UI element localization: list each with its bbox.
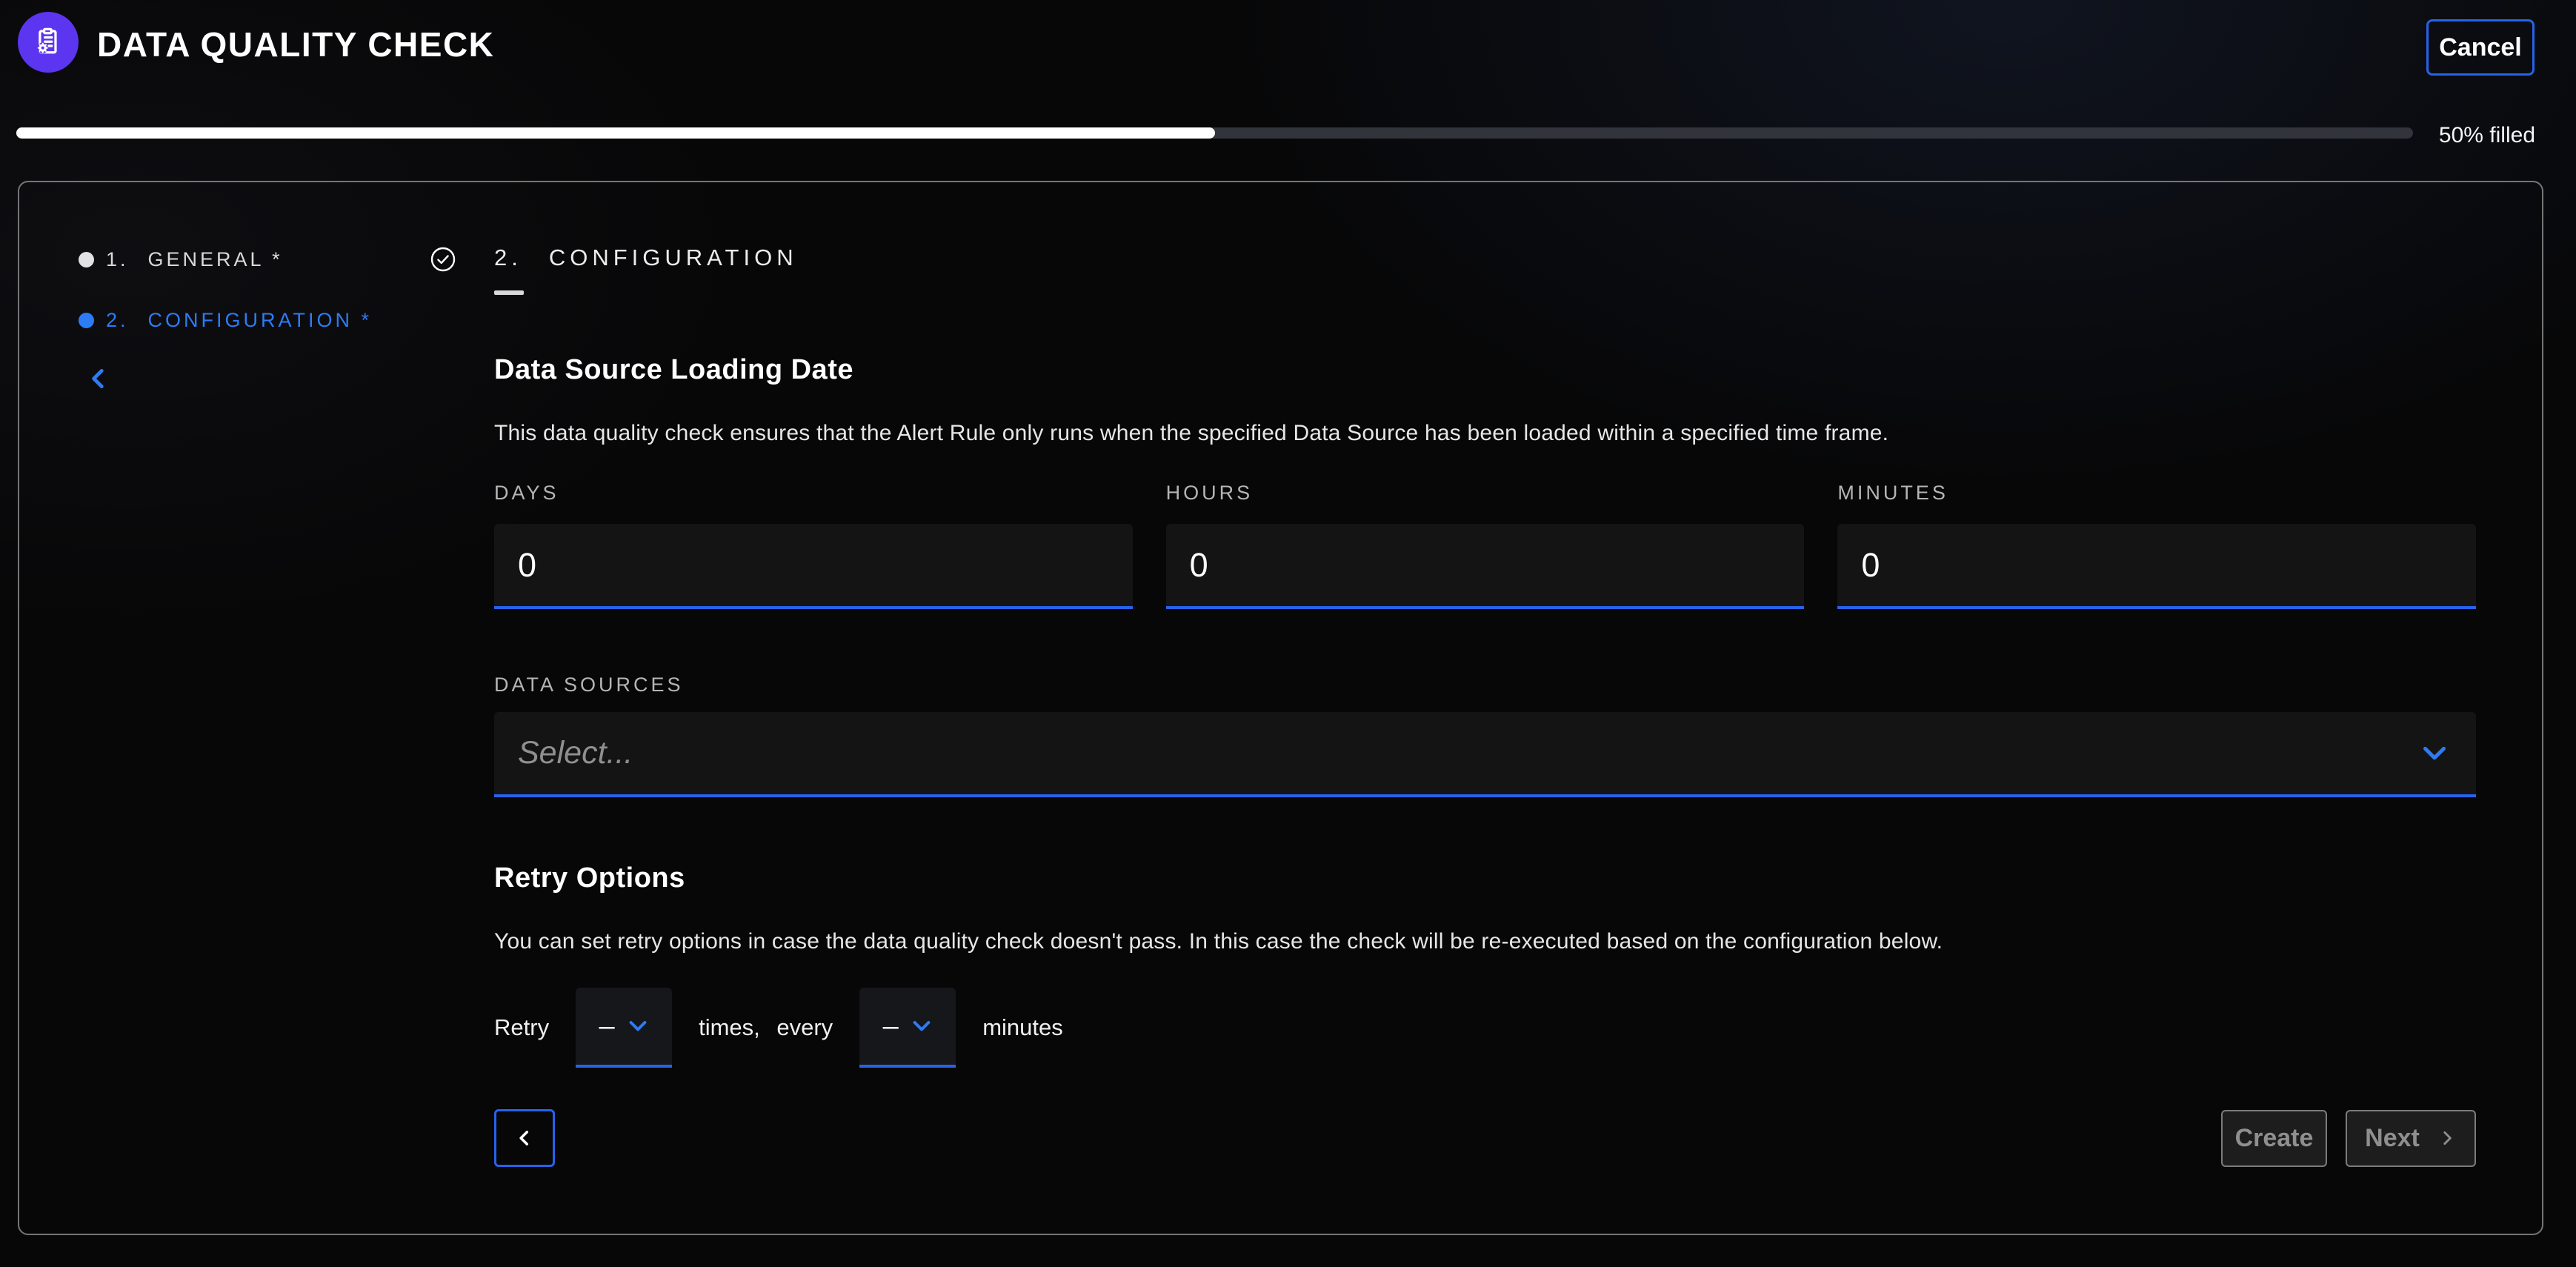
- step-item-configuration[interactable]: 2. CONFIGURATION *: [79, 305, 456, 335]
- select-placeholder: Select...: [518, 735, 633, 771]
- next-button-label: Next: [2365, 1124, 2420, 1153]
- configuration-step-content: 2. CONFIGURATION Data Source Loading Date…: [494, 182, 2476, 1167]
- retry-suffix-label: minutes: [982, 1014, 1063, 1041]
- step-heading: 2. CONFIGURATION: [494, 245, 2476, 271]
- minutes-field: MINUTES: [1837, 482, 2476, 609]
- step-label: CONFIGURATION *: [148, 309, 373, 332]
- data-quality-check-page: DATA QUALITY CHECK Cancel 50% filled 1. …: [0, 0, 2576, 1267]
- step-bullet: [79, 313, 94, 328]
- chevron-left-icon: [515, 1128, 534, 1148]
- section-title-loading-date: Data Source Loading Date: [494, 354, 2476, 386]
- progress-fill: [16, 127, 1215, 139]
- days-input[interactable]: [494, 524, 1133, 609]
- step-heading-label: CONFIGURATION: [549, 245, 798, 270]
- retry-interval-value: –: [883, 1012, 899, 1040]
- hours-input[interactable]: [1166, 524, 1805, 609]
- chevron-down-icon: [627, 1015, 649, 1037]
- retry-times-select[interactable]: –: [576, 988, 672, 1068]
- data-sources-select[interactable]: Select...: [494, 712, 2476, 797]
- retry-middle-label: times, every: [699, 1014, 833, 1041]
- progress-bar: [16, 127, 2413, 139]
- step-number: 2.: [106, 309, 129, 332]
- chevron-down-icon: [2420, 739, 2449, 768]
- clipboard-gear-glyph: [31, 25, 65, 59]
- retry-times-value: –: [599, 1012, 615, 1040]
- retry-options-description: You can set retry options in case the da…: [494, 929, 2476, 954]
- retry-prefix-label: Retry: [494, 1014, 549, 1041]
- step-heading-number: 2.: [494, 245, 522, 270]
- sidebar-collapse-button[interactable]: [86, 366, 111, 391]
- step-number: 1.: [106, 248, 129, 271]
- hours-field: HOURS: [1166, 482, 1805, 609]
- step-bullet: [79, 252, 94, 267]
- days-field: DAYS: [494, 482, 1133, 609]
- time-fields-grid: DAYS HOURS MINUTES: [494, 482, 2476, 609]
- data-quality-check-icon: [18, 12, 79, 73]
- hours-label: HOURS: [1166, 482, 1805, 505]
- footer-action-buttons: Create Next: [2221, 1110, 2476, 1167]
- section-title-retry-options: Retry Options: [494, 862, 2476, 894]
- step-completed-check-icon: [430, 246, 456, 273]
- minutes-label: MINUTES: [1837, 482, 2476, 505]
- heading-underline: [494, 290, 524, 295]
- days-label: DAYS: [494, 482, 1133, 505]
- loading-date-description: This data quality check ensures that the…: [494, 421, 2476, 446]
- back-button[interactable]: [494, 1109, 555, 1167]
- wizard-panel: 1. GENERAL * 2. CONFIGURATION *: [18, 181, 2543, 1235]
- page-title: DATA QUALITY CHECK: [97, 24, 494, 64]
- progress-label: 50% filled: [2439, 123, 2535, 148]
- retry-configuration-row: Retry – times, every – minutes: [494, 988, 2476, 1068]
- step-item-general[interactable]: 1. GENERAL *: [79, 245, 456, 274]
- retry-interval-select[interactable]: –: [859, 988, 956, 1068]
- create-button[interactable]: Create: [2221, 1110, 2327, 1167]
- chevron-right-icon: [2437, 1128, 2457, 1148]
- chevron-down-icon: [911, 1015, 933, 1037]
- cancel-button[interactable]: Cancel: [2426, 19, 2535, 76]
- minutes-input[interactable]: [1837, 524, 2476, 609]
- wizard-footer: Create Next: [494, 1109, 2476, 1167]
- step-label: GENERAL *: [148, 248, 283, 271]
- next-button[interactable]: Next: [2346, 1110, 2476, 1167]
- data-sources-label: DATA SOURCES: [494, 674, 2476, 696]
- chevron-left-icon: [86, 366, 111, 391]
- wizard-steps-sidebar: 1. GENERAL * 2. CONFIGURATION *: [79, 245, 456, 391]
